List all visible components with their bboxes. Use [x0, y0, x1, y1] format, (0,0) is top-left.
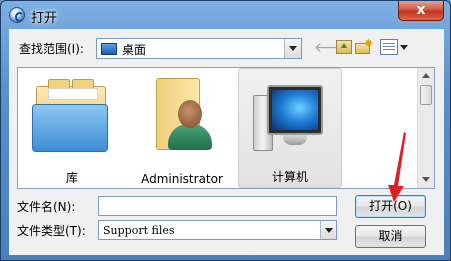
- scroll-thumb[interactable]: [420, 85, 432, 105]
- filename-input[interactable]: [98, 196, 337, 216]
- file-item-computer[interactable]: 计算机: [238, 68, 342, 188]
- file-item-administrator[interactable]: Administrator: [134, 68, 230, 188]
- window-frame: 打开 x 查找范围(I): 桌面 🡐 ✸ 库 Administrator 计算机…: [0, 0, 451, 261]
- lookin-dropdown[interactable]: 桌面: [96, 38, 302, 59]
- dialog-body: 查找范围(I): 桌面 🡐 ✸ 库 Administrator 计算机 文件名(…: [9, 29, 444, 255]
- desktop-icon: [101, 43, 117, 55]
- up-folder-icon[interactable]: [336, 40, 352, 54]
- chevron-down-icon[interactable]: [320, 221, 336, 239]
- close-button[interactable]: x: [398, 1, 444, 21]
- app-icon: [9, 7, 25, 23]
- lookin-label: 查找范围(I):: [19, 42, 84, 56]
- file-item-label: 计算机: [271, 170, 308, 184]
- filetype-dropdown[interactable]: Support files: [98, 220, 337, 240]
- window-title: 打开: [31, 11, 58, 26]
- file-item-library[interactable]: 库: [24, 68, 120, 188]
- scroll-down-icon[interactable]: [418, 172, 434, 188]
- view-menu-arrow-icon[interactable]: [400, 45, 408, 50]
- new-folder-icon[interactable]: ✸: [355, 37, 373, 55]
- file-list[interactable]: 库 Administrator 计算机: [17, 67, 435, 189]
- view-menu-icon[interactable]: [380, 39, 398, 55]
- filename-label: 文件名(N):: [17, 200, 76, 214]
- open-button[interactable]: 打开(O): [355, 195, 426, 218]
- cancel-button[interactable]: 取消: [355, 225, 426, 248]
- chevron-down-icon[interactable]: [284, 39, 301, 58]
- title-bar[interactable]: 打开 x: [1, 1, 451, 29]
- scroll-up-icon[interactable]: [418, 68, 434, 84]
- back-arrow-icon[interactable]: 🡐: [314, 40, 352, 56]
- lookin-value: 桌面: [122, 43, 147, 57]
- vertical-scrollbar[interactable]: [417, 68, 434, 188]
- filetype-value: Support files: [103, 224, 175, 237]
- file-item-label: 库: [65, 171, 78, 185]
- file-item-label: Administrator: [141, 172, 223, 186]
- filetype-label: 文件类型(T):: [17, 224, 86, 238]
